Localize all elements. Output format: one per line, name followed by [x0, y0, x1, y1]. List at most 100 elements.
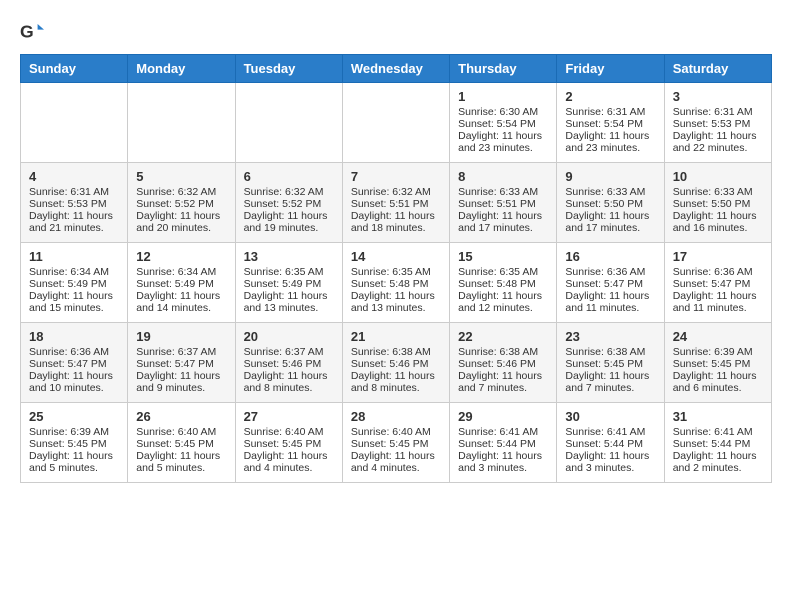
calendar-cell: 28 Sunrise: 6:40 AMSunset: 5:45 PMDayligh… [342, 403, 449, 483]
calendar-cell: 18Sunrise: 6:36 AMSunset: 5:47 PMDayligh… [21, 323, 128, 403]
cell-content-line: Sunrise: 6:37 AM [244, 346, 334, 358]
calendar-cell [21, 83, 128, 163]
calendar-cell [128, 83, 235, 163]
cell-content-line: Sunset: 5:45 PM [244, 438, 334, 450]
day-number: 22 [458, 329, 548, 344]
cell-content-line: Daylight: 11 hours and 5 minutes. [29, 450, 119, 474]
cell-content-line: Daylight: 11 hours and 22 minutes. [673, 130, 763, 154]
cell-content-line: Sunset: 5:47 PM [673, 278, 763, 290]
cell-content-line: Daylight: 11 hours and 3 minutes. [458, 450, 548, 474]
calendar-week-row: 1Sunrise: 6:30 AMSunset: 5:54 PMDaylight… [21, 83, 772, 163]
day-number: 23 [565, 329, 655, 344]
day-number: 28 [351, 409, 441, 424]
cell-content-line: Daylight: 11 hours and 7 minutes. [458, 370, 548, 394]
cell-content-line: Daylight: 11 hours and 13 minutes. [244, 290, 334, 314]
cell-content-line: Sunset: 5:51 PM [458, 198, 548, 210]
calendar-cell: 23Sunrise: 6:38 AMSunset: 5:45 PMDayligh… [557, 323, 664, 403]
cell-content-line: Sunrise: 6:32 AM [136, 186, 226, 198]
cell-content-line: Sunrise: 6:38 AM [458, 346, 548, 358]
cell-content-line: Sunrise: 6:33 AM [565, 186, 655, 198]
cell-content-line: Sunrise: 6:34 AM [29, 266, 119, 278]
cell-content-line: Sunset: 5:48 PM [458, 278, 548, 290]
svg-text:G: G [20, 22, 34, 42]
cell-content-line: Sunset: 5:53 PM [673, 118, 763, 130]
calendar-week-row: 25Sunrise: 6:39 AMSunset: 5:45 PMDayligh… [21, 403, 772, 483]
day-number: 3 [673, 89, 763, 104]
cell-content-line: Daylight: 11 hours and 23 minutes. [458, 130, 548, 154]
calendar-cell: 20Sunrise: 6:37 AMSunset: 5:46 PMDayligh… [235, 323, 342, 403]
calendar-cell: 22Sunrise: 6:38 AMSunset: 5:46 PMDayligh… [450, 323, 557, 403]
day-number: 10 [673, 169, 763, 184]
calendar-cell: 11Sunrise: 6:34 AMSunset: 5:49 PMDayligh… [21, 243, 128, 323]
calendar-cell: 2Sunrise: 6:31 AMSunset: 5:54 PMDaylight… [557, 83, 664, 163]
day-number: 24 [673, 329, 763, 344]
cell-content-line: Sunset: 5:44 PM [458, 438, 548, 450]
cell-content-line: Daylight: 11 hours and 4 minutes. [351, 450, 441, 474]
day-of-week-header: Sunday [21, 55, 128, 83]
cell-content-line: Daylight: 11 hours and 16 minutes. [673, 210, 763, 234]
cell-content-line: Sunset: 5:49 PM [244, 278, 334, 290]
calendar-cell: 24Sunrise: 6:39 AMSunset: 5:45 PMDayligh… [664, 323, 771, 403]
cell-content-line: Sunset: 5:47 PM [29, 358, 119, 370]
calendar-week-row: 4Sunrise: 6:31 AMSunset: 5:53 PMDaylight… [21, 163, 772, 243]
cell-content-line: Daylight: 11 hours and 2 minutes. [673, 450, 763, 474]
calendar-cell: 17Sunrise: 6:36 AMSunset: 5:47 PMDayligh… [664, 243, 771, 323]
calendar-cell [235, 83, 342, 163]
cell-content-line: Sunrise: 6:40 AM [136, 426, 226, 438]
cell-content-line: Daylight: 11 hours and 17 minutes. [458, 210, 548, 234]
calendar-cell: 6Sunrise: 6:32 AMSunset: 5:52 PMDaylight… [235, 163, 342, 243]
day-number: 2 [565, 89, 655, 104]
cell-content-line: Sunrise: 6:35 AM [244, 266, 334, 278]
day-number: 6 [244, 169, 334, 184]
calendar-week-row: 11Sunrise: 6:34 AMSunset: 5:49 PMDayligh… [21, 243, 772, 323]
cell-content-line: Sunrise: 6:39 AM [29, 426, 119, 438]
day-number: 30 [565, 409, 655, 424]
day-number: 1 [458, 89, 548, 104]
cell-content-line: Sunrise: 6:37 AM [136, 346, 226, 358]
logo: G [20, 20, 48, 44]
cell-content-line: Sunrise: 6:38 AM [351, 346, 441, 358]
cell-content-line: Daylight: 11 hours and 8 minutes. [244, 370, 334, 394]
calendar-cell [342, 83, 449, 163]
day-number: 18 [29, 329, 119, 344]
cell-content-line: Sunset: 5:45 PM [136, 438, 226, 450]
day-of-week-header: Tuesday [235, 55, 342, 83]
cell-content-line: Sunset: 5:54 PM [565, 118, 655, 130]
calendar-cell: 21Sunrise: 6:38 AMSunset: 5:46 PMDayligh… [342, 323, 449, 403]
calendar-cell: 30Sunrise: 6:41 AMSunset: 5:44 PMDayligh… [557, 403, 664, 483]
day-number: 27 [244, 409, 334, 424]
calendar-cell: 7Sunrise: 6:32 AMSunset: 5:51 PMDaylight… [342, 163, 449, 243]
day-number: 11 [29, 249, 119, 264]
general-blue-icon: G [20, 20, 44, 44]
cell-content-line: Sunset: 5:47 PM [136, 358, 226, 370]
day-number: 19 [136, 329, 226, 344]
cell-content-line: Sunset: 5:49 PM [29, 278, 119, 290]
day-number: 15 [458, 249, 548, 264]
calendar-cell: 14Sunrise: 6:35 AMSunset: 5:48 PMDayligh… [342, 243, 449, 323]
day-number: 9 [565, 169, 655, 184]
cell-content-line: Sunrise: 6:36 AM [29, 346, 119, 358]
cell-content-line: Sunrise: 6:35 AM [458, 266, 548, 278]
cell-content-line: Daylight: 11 hours and 6 minutes. [673, 370, 763, 394]
cell-content-line: Sunrise: 6:33 AM [458, 186, 548, 198]
cell-content-line: Daylight: 11 hours and 21 minutes. [29, 210, 119, 234]
cell-content-line: Sunset: 5:46 PM [351, 358, 441, 370]
cell-content-line: Daylight: 11 hours and 20 minutes. [136, 210, 226, 234]
cell-content-line: Sunrise: 6:35 AM [351, 266, 441, 278]
calendar-cell: 31Sunrise: 6:41 AMSunset: 5:44 PMDayligh… [664, 403, 771, 483]
cell-content-line: Daylight: 11 hours and 17 minutes. [565, 210, 655, 234]
cell-content-line: Sunrise: 6:31 AM [565, 106, 655, 118]
cell-content-line: Daylight: 11 hours and 8 minutes. [351, 370, 441, 394]
cell-content-line: Sunset: 5:45 PM [29, 438, 119, 450]
cell-content-line: Sunset: 5:45 PM [565, 358, 655, 370]
calendar-cell: 8Sunrise: 6:33 AMSunset: 5:51 PMDaylight… [450, 163, 557, 243]
cell-content-line: Sunrise: 6:34 AM [136, 266, 226, 278]
calendar-cell: 13Sunrise: 6:35 AMSunset: 5:49 PMDayligh… [235, 243, 342, 323]
calendar-cell: 3Sunrise: 6:31 AMSunset: 5:53 PMDaylight… [664, 83, 771, 163]
day-of-week-header: Monday [128, 55, 235, 83]
cell-content-line: Sunset: 5:47 PM [565, 278, 655, 290]
day-number: 20 [244, 329, 334, 344]
cell-content-line: Sunset: 5:45 PM [351, 438, 441, 450]
cell-content-line: Sunrise: 6:40 AM [351, 426, 441, 438]
cell-content-line: Sunrise: 6:38 AM [565, 346, 655, 358]
